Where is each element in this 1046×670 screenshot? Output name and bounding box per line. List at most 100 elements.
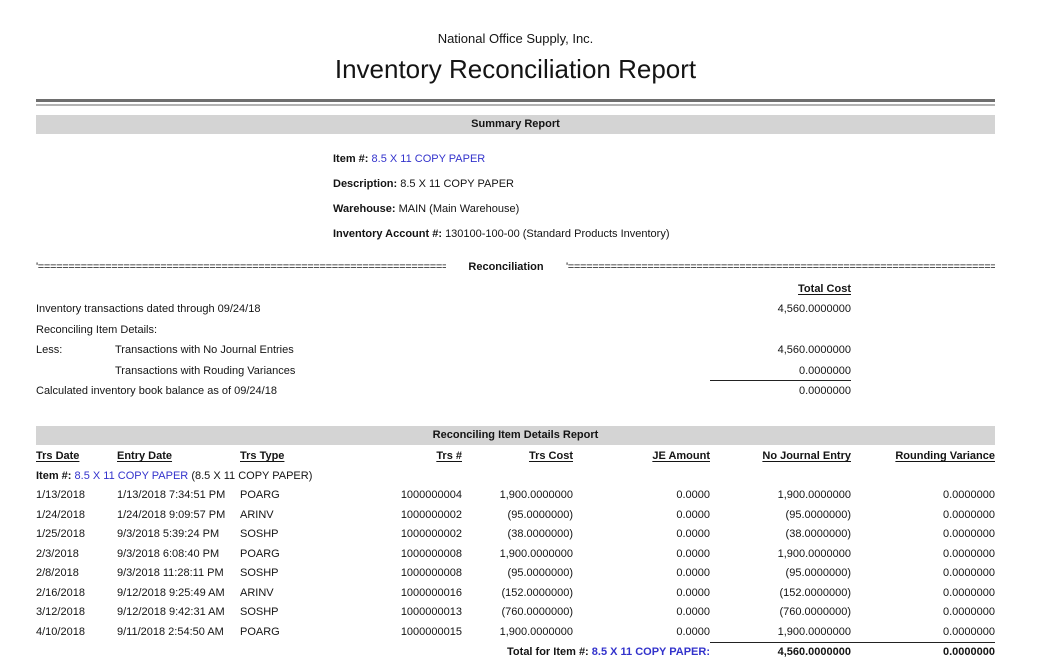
cell-rounding-variance: 0.0000000 <box>851 544 995 564</box>
cell-rounding-variance: 0.0000000 <box>851 525 995 545</box>
cell-je-amount: 0.0000 <box>573 505 710 525</box>
cell-trs-cost: (95.0000000) <box>462 564 573 584</box>
cell-no-journal-entry: 1,900.0000000 <box>710 486 851 506</box>
cell-je-amount: 0.0000 <box>573 622 710 642</box>
cell-trs-type: ARINV <box>240 505 345 525</box>
table-row: 4/10/2018 9/11/2018 2:54:50 AM POARG 100… <box>36 622 995 642</box>
cell-entry-date: 9/11/2018 2:54:50 AM <box>117 622 240 642</box>
field-item-number: Item #: 8.5 X 11 COPY PAPER <box>333 147 995 172</box>
cell-rounding-variance: 0.0000000 <box>851 583 995 603</box>
recon-row-label: Reconciling Item Details: <box>36 320 157 341</box>
recon-row-value: 0.0000000 <box>710 381 851 402</box>
less-prefix: Less: <box>36 340 62 361</box>
inventory-account-label: Inventory Account #: <box>333 228 442 240</box>
field-warehouse: Warehouse: MAIN (Main Warehouse) <box>333 197 995 222</box>
table-row: 3/12/2018 9/12/2018 9:42:31 AM SOSHP 100… <box>36 603 995 623</box>
col-header-trs-number: Trs # <box>345 447 462 467</box>
description-value: 8.5 X 11 COPY PAPER <box>400 178 514 190</box>
details-table: Trs Date Entry Date Trs Type Trs # Trs C… <box>36 447 995 663</box>
cell-trs-number: 1000000002 <box>345 505 462 525</box>
recon-row-label: Transactions with Rouding Variances <box>115 361 295 382</box>
description-label: Description: <box>333 178 397 190</box>
cell-trs-type: SOSHP <box>240 564 345 584</box>
cell-trs-date: 1/24/2018 <box>36 505 117 525</box>
total-no-journal-entry: 4,560.0000000 <box>710 642 851 662</box>
cell-trs-date: 2/8/2018 <box>36 564 117 584</box>
cell-trs-number: 1000000013 <box>345 603 462 623</box>
cell-trs-number: 1000000008 <box>345 544 462 564</box>
cell-trs-date: 4/10/2018 <box>36 622 117 642</box>
cell-no-journal-entry: (152.0000000) <box>710 583 851 603</box>
rule-bottom <box>36 104 995 106</box>
cell-trs-cost: 1,900.0000000 <box>462 622 573 642</box>
cell-trs-type: SOSHP <box>240 525 345 545</box>
total-label-cell: Total for Item #: 8.5 X 11 COPY PAPER: <box>36 642 710 662</box>
cell-trs-number: 1000000016 <box>345 583 462 603</box>
recon-row-no-journal-entries: Less: Transactions with No Journal Entri… <box>36 340 995 361</box>
summary-section-bar: Summary Report <box>36 115 995 134</box>
cell-je-amount: 0.0000 <box>573 564 710 584</box>
col-header-entry-date: Entry Date <box>117 447 240 467</box>
report-content: National Office Supply, Inc. Inventory R… <box>36 0 995 662</box>
cell-je-amount: 0.0000 <box>573 603 710 623</box>
summary-fields: Item #: 8.5 X 11 COPY PAPER Description:… <box>333 147 995 247</box>
recon-row-value: 4,560.0000000 <box>710 299 851 320</box>
recon-row-value: 0.0000000 <box>710 361 851 382</box>
recon-row-rounding-variances: Transactions with Rouding Variances 0.00… <box>36 361 995 382</box>
cell-trs-cost: 1,900.0000000 <box>462 544 573 564</box>
cell-rounding-variance: 0.0000000 <box>851 603 995 623</box>
cell-entry-date: 9/3/2018 6:08:40 PM <box>117 544 240 564</box>
details-section-bar: Reconciling Item Details Report <box>36 426 995 445</box>
recon-row-label: Inventory transactions dated through 09/… <box>36 299 260 320</box>
cell-entry-date: 9/12/2018 9:25:49 AM <box>117 583 240 603</box>
cell-no-journal-entry: (95.0000000) <box>710 564 851 584</box>
cell-trs-number: 1000000002 <box>345 525 462 545</box>
cell-trs-cost: (152.0000000) <box>462 583 573 603</box>
total-for-item-label: Total for Item #: <box>507 646 589 658</box>
cell-entry-date: 1/24/2018 9:09:57 PM <box>117 505 240 525</box>
cell-trs-date: 1/25/2018 <box>36 525 117 545</box>
item-number-link[interactable]: 8.5 X 11 COPY PAPER <box>372 153 486 165</box>
cell-trs-date: 3/12/2018 <box>36 603 117 623</box>
cell-trs-number: 1000000015 <box>345 622 462 642</box>
col-header-trs-date: Trs Date <box>36 447 117 467</box>
amount-header-row: Total Cost <box>36 281 995 297</box>
recon-row-calculated-balance: Calculated inventory book balance as of … <box>36 381 995 402</box>
cell-no-journal-entry: (760.0000000) <box>710 603 851 623</box>
col-header-rounding-variance: Rounding Variance <box>851 447 995 467</box>
cell-trs-type: POARG <box>240 622 345 642</box>
total-cost-column-header: Total Cost <box>710 281 851 297</box>
cell-trs-cost: (760.0000000) <box>462 603 573 623</box>
company-name: National Office Supply, Inc. <box>36 30 995 47</box>
cell-je-amount: 0.0000 <box>573 544 710 564</box>
cell-trs-type: SOSHP <box>240 603 345 623</box>
reconciliation-divider: '=======================================… <box>36 259 995 275</box>
item-group-header-row: Item #: 8.5 X 11 COPY PAPER (8.5 X 11 CO… <box>36 466 995 486</box>
reconciliation-rows: Inventory transactions dated through 09/… <box>36 299 995 402</box>
cell-no-journal-entry: (95.0000000) <box>710 505 851 525</box>
cell-trs-type: ARINV <box>240 583 345 603</box>
report-title: Inventory Reconciliation Report <box>36 53 995 85</box>
table-row: 1/13/2018 1/13/2018 7:34:51 PM POARG 100… <box>36 486 995 506</box>
col-header-trs-cost: Trs Cost <box>462 447 573 467</box>
cell-trs-cost: (38.0000000) <box>462 525 573 545</box>
header-double-rule <box>36 99 995 106</box>
cell-trs-type: POARG <box>240 544 345 564</box>
cell-entry-date: 9/3/2018 11:28:11 PM <box>117 564 240 584</box>
group-item-suffix: (8.5 X 11 COPY PAPER) <box>191 470 312 482</box>
total-item-link[interactable]: 8.5 X 11 COPY PAPER: <box>592 646 710 658</box>
reconciliation-title: Reconciliation <box>446 259 566 275</box>
table-row: 1/24/2018 1/24/2018 9:09:57 PM ARINV 100… <box>36 505 995 525</box>
recon-row-label: Calculated inventory book balance as of … <box>36 381 277 402</box>
col-header-no-journal-entry: No Journal Entry <box>710 447 851 467</box>
group-item-label: Item #: <box>36 470 71 482</box>
col-header-je-amount: JE Amount <box>573 447 710 467</box>
field-inventory-account: Inventory Account #: 130100-100-00 (Stan… <box>333 222 995 247</box>
cell-rounding-variance: 0.0000000 <box>851 564 995 584</box>
cell-entry-date: 9/12/2018 9:42:31 AM <box>117 603 240 623</box>
table-row: 2/16/2018 9/12/2018 9:25:49 AM ARINV 100… <box>36 583 995 603</box>
cell-trs-date: 1/13/2018 <box>36 486 117 506</box>
divider-ticks-left: '=======================================… <box>36 259 446 275</box>
cell-entry-date: 1/13/2018 7:34:51 PM <box>117 486 240 506</box>
group-item-link[interactable]: 8.5 X 11 COPY PAPER <box>75 470 189 482</box>
